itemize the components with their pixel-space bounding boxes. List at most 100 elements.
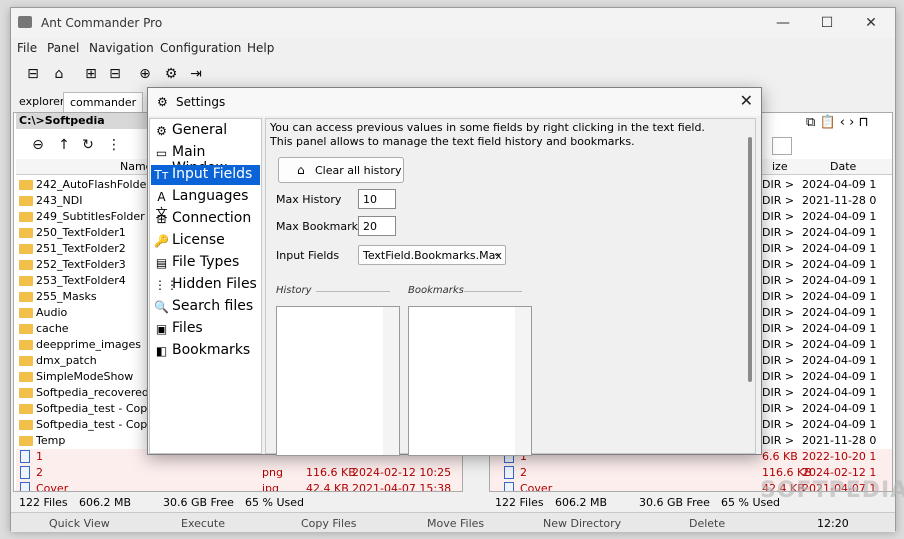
item-date: 2024-02-12 10:25	[352, 466, 452, 479]
add-panel-icon[interactable]: ⊞	[81, 64, 101, 84]
nav-icon: ▤	[155, 256, 168, 270]
history-list[interactable]	[276, 306, 400, 456]
max-history-input[interactable]: 10	[358, 189, 396, 209]
menu-file[interactable]: File	[17, 41, 37, 55]
menu-bar: File Panel Navigation Configuration Help	[11, 38, 895, 58]
history-scrollbar[interactable]	[383, 307, 399, 455]
settings-nav-main-window[interactable]: ▭Main Window	[151, 143, 260, 176]
item-size: DIR >	[762, 258, 795, 271]
item-name: Audio	[36, 306, 68, 319]
file-icon	[504, 482, 514, 491]
new-directory-button[interactable]: New Directory	[543, 517, 621, 530]
input-fields-selected: TextField.Bookmarks.Max	[363, 249, 502, 262]
settings-nav-general[interactable]: ⚙ General	[151, 121, 260, 141]
menu-help[interactable]: Help	[247, 41, 274, 55]
settings-nav-license[interactable]: 🔑 License	[151, 231, 260, 251]
folder-icon	[19, 196, 33, 206]
copy-files-button[interactable]: Copy Files	[301, 517, 357, 530]
clear-history-label: Clear all history	[315, 164, 402, 177]
settings-icon[interactable]: ⚙	[161, 64, 181, 84]
delete-button[interactable]: Delete	[689, 517, 725, 530]
exit-icon[interactable]: ⇥	[186, 64, 206, 84]
home-icon[interactable]: ⌂	[49, 64, 69, 84]
item-date: 2021-11-28 0	[802, 194, 877, 207]
menu-configuration[interactable]: Configuration	[160, 41, 241, 55]
settings-nav-languages[interactable]: A文 Languages	[151, 187, 260, 220]
item-size: 116.6 KB	[306, 466, 356, 479]
file-icon	[20, 482, 30, 491]
file-icon	[504, 466, 514, 479]
item-ext: jpg	[262, 482, 280, 492]
forward-icon[interactable]: ›	[849, 115, 854, 130]
list-item[interactable]: Cover jpg 42.4 KB 2021-04-07 15:38	[16, 481, 462, 492]
settings-nav-input-fields[interactable]: Tт Input Fields	[151, 165, 260, 185]
panel-scrollbar[interactable]	[748, 137, 752, 382]
menu-panel[interactable]: Panel	[47, 41, 79, 55]
item-size: DIR >	[762, 418, 795, 431]
path-name: Softpedia	[44, 114, 105, 127]
settings-nav-file-types[interactable]: ▤ File Types	[151, 253, 260, 273]
view-mode-icon[interactable]: ⋮	[104, 135, 124, 155]
minimize-button[interactable]: —	[763, 12, 803, 34]
remove-panel-icon[interactable]: ⊟	[105, 64, 125, 84]
bookmarks-list[interactable]	[408, 306, 532, 456]
settings-nav-connection[interactable]: ⊞ Connection	[151, 209, 260, 229]
right-search-box[interactable]	[772, 137, 792, 155]
maximize-button[interactable]: ☐	[807, 12, 847, 34]
bookmarks-scrollbar[interactable]	[515, 307, 531, 455]
right-panel-toolbar: ⧉ 📋 ‹ › ⊓	[806, 115, 869, 130]
list-item[interactable]: 2 png 116.6 KB 2024-02-12 10:25	[16, 465, 462, 481]
move-files-button[interactable]: Move Files	[427, 517, 484, 530]
nav-icon: Tт	[154, 168, 169, 182]
nav-icon: 🔑	[154, 234, 169, 248]
right-file-count: 122 Files	[495, 496, 544, 509]
item-name: cache	[36, 322, 69, 335]
settings-gear-icon: ⚙	[157, 95, 168, 109]
refresh-icon[interactable]: ↻	[78, 135, 98, 155]
item-date: 2024-04-09 1	[802, 354, 877, 367]
copy-icon[interactable]: ⧉	[806, 115, 815, 130]
item-size: DIR >	[762, 210, 795, 223]
input-fields-label: Input Fields	[276, 249, 340, 262]
item-date: 2021-04-07 15:38	[352, 482, 452, 492]
nav-label: General	[172, 122, 228, 138]
tab-commander[interactable]: commander	[63, 92, 144, 112]
item-name: 1	[36, 450, 43, 463]
settings-nav-files[interactable]: ▣ Files	[151, 319, 260, 339]
settings-dialog: ⚙ Settings ✕ ⚙General▭Main WindowTтInput…	[147, 87, 762, 456]
input-fields-panel: You can access previous values in some f…	[265, 118, 756, 456]
nav-icon: ⊞	[156, 212, 167, 226]
item-size: DIR >	[762, 194, 795, 207]
close-button[interactable]: ✕	[851, 12, 891, 34]
item-name: SimpleModeShow	[36, 370, 134, 383]
quick-view-button[interactable]: Quick View	[49, 517, 110, 530]
item-date: 2024-04-09 1	[802, 386, 877, 399]
execute-button[interactable]: Execute	[181, 517, 225, 530]
settings-nav-hidden-files[interactable]: ⋮⋮ Hidden Files	[151, 275, 260, 295]
tab-explorer[interactable]: explorer	[13, 92, 70, 112]
drive-icon[interactable]: ⊖	[28, 135, 48, 155]
item-date: 2024-04-09 1	[802, 242, 877, 255]
column-size[interactable]: ize	[772, 160, 788, 173]
input-fields-select[interactable]: TextField.Bookmarks.Max ⌄	[358, 245, 506, 265]
zoom-icon[interactable]: ⊕	[135, 64, 155, 84]
settings-nav-bookmarks[interactable]: ◧ Bookmarks	[151, 341, 260, 361]
back-icon[interactable]: ‹	[840, 115, 845, 130]
bookmark-icon[interactable]: ⊓	[858, 115, 868, 130]
item-name: 251_TextFolder2	[36, 242, 126, 255]
clear-history-button[interactable]: ⌂ Clear all history	[278, 157, 404, 183]
up-arrow-icon[interactable]: ↑	[54, 135, 74, 155]
max-history-label: Max History	[276, 193, 342, 206]
folder-icon	[19, 324, 33, 334]
settings-close-button[interactable]: ✕	[740, 91, 753, 110]
column-date[interactable]: Date	[830, 160, 856, 173]
menu-navigation[interactable]: Navigation	[89, 41, 154, 55]
bus-icon[interactable]: ⊟	[23, 64, 43, 84]
paste-icon[interactable]: 📋	[819, 115, 835, 130]
left-free-space: 30.6 GB Free	[163, 496, 234, 509]
item-size: DIR >	[762, 322, 795, 335]
settings-nav-search-files[interactable]: 🔍 Search files	[151, 297, 260, 317]
item-name: 252_TextFolder3	[36, 258, 126, 271]
nav-icon: 🔍	[154, 300, 169, 314]
max-bookmarks-input[interactable]: 20	[358, 216, 396, 236]
